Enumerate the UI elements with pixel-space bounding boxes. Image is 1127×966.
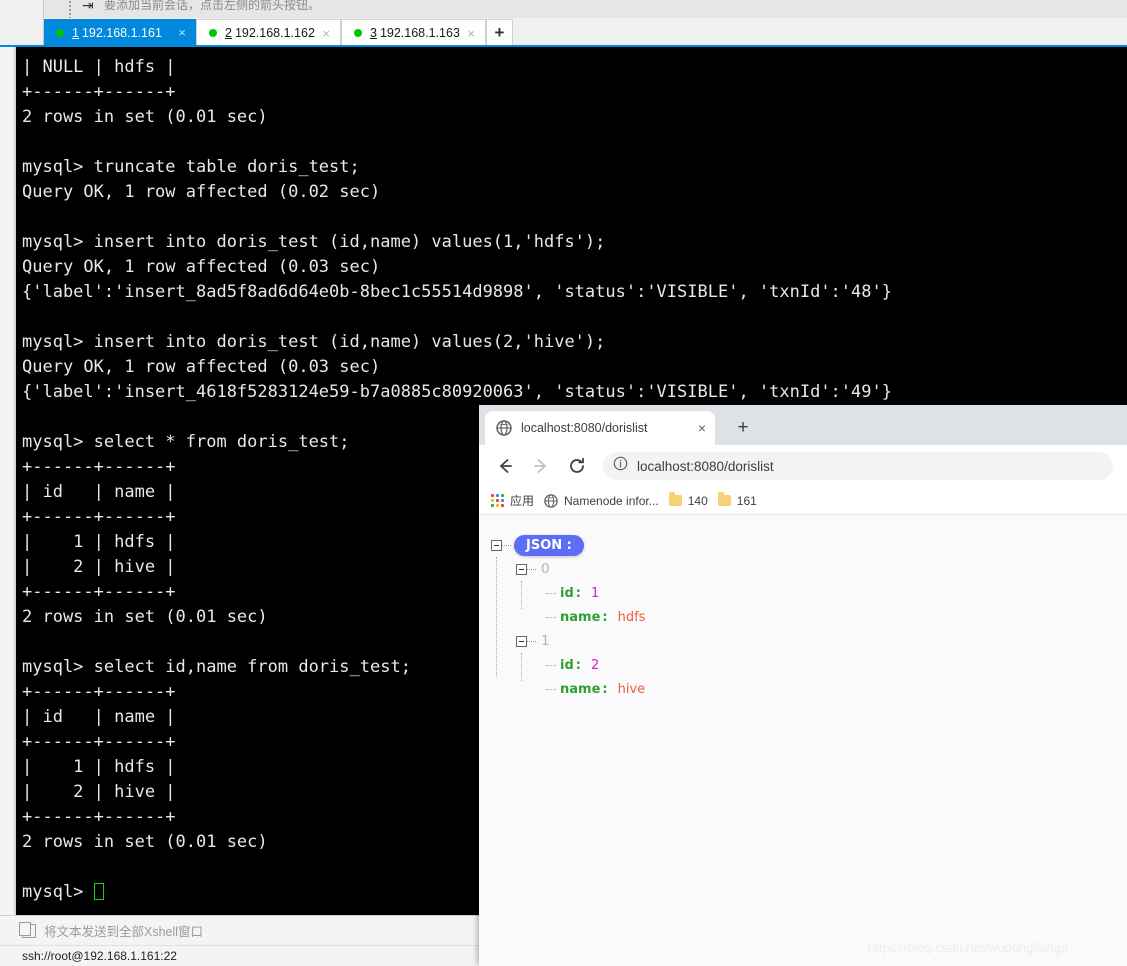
xshell-toolbar-strip: ⇥ 要添加当前会话，点击左侧的箭头按钮。 bbox=[0, 0, 1127, 18]
session-tab-3[interactable]: 3 192.168.1.163 × bbox=[341, 19, 486, 46]
terminal-cursor bbox=[94, 883, 104, 900]
json-field-0-id: id : 1 bbox=[516, 581, 645, 605]
session-tab-1[interactable]: 1 192.168.1.161 × bbox=[44, 19, 196, 46]
xshell-status-bar: ssh://root@192.168.1.161:22 bbox=[0, 945, 479, 966]
tree-connector bbox=[527, 569, 536, 570]
bookmarks-bar: 应用 Namenode infor... 140 bbox=[479, 487, 1127, 515]
browser-tab-dorislist[interactable]: localhost:8080/dorislist × bbox=[485, 411, 715, 445]
back-button[interactable] bbox=[491, 452, 519, 480]
chrome-tab-strip: localhost:8080/dorislist × + bbox=[479, 405, 1127, 445]
session-tab-2-number: 2 bbox=[225, 26, 232, 40]
new-session-tab-button[interactable]: + bbox=[486, 19, 513, 46]
globe-icon bbox=[544, 494, 558, 508]
session-tab-1-number: 1 bbox=[72, 26, 79, 40]
terminal-gutter-edge bbox=[14, 47, 16, 915]
bookmark-folder-140[interactable]: 140 bbox=[669, 494, 708, 508]
xshell-tab-bar: 1 192.168.1.161 × 2 192.168.1.162 × 3 19… bbox=[44, 18, 1127, 46]
tab-status-dot-icon bbox=[56, 29, 64, 37]
session-tab-3-label: 192.168.1.163 bbox=[380, 26, 460, 40]
bookmark-folder-161-label: 161 bbox=[737, 494, 757, 508]
json-field-colon: : bbox=[576, 658, 581, 673]
tree-connector bbox=[527, 641, 536, 642]
json-tree-viewer: JSON : 0 id : bbox=[491, 533, 645, 701]
bookmark-folder-161[interactable]: 161 bbox=[718, 494, 757, 508]
json-root-badge: JSON : bbox=[514, 535, 584, 556]
session-tab-1-label: 192.168.1.161 bbox=[82, 26, 162, 40]
tree-connector bbox=[546, 617, 556, 618]
bookmark-apps[interactable]: 应用 bbox=[491, 492, 534, 509]
folder-icon bbox=[718, 495, 731, 506]
json-field-value: hdfs bbox=[618, 610, 646, 625]
toolbar-grip-handle[interactable] bbox=[68, 0, 72, 18]
json-field-0-name: name : hdfs bbox=[516, 605, 645, 629]
json-field-key: id bbox=[560, 658, 574, 673]
send-to-all-icon bbox=[22, 924, 36, 938]
xshell-side-strip bbox=[0, 0, 44, 46]
bookmark-namenode[interactable]: Namenode infor... bbox=[544, 494, 659, 508]
json-field-key: id bbox=[560, 586, 574, 601]
bookmark-folder-140-label: 140 bbox=[688, 494, 708, 508]
json-field-colon: : bbox=[602, 610, 607, 625]
collapse-toggle-root-icon[interactable] bbox=[491, 540, 502, 551]
json-root-row: JSON : bbox=[491, 533, 645, 557]
new-tab-button[interactable]: + bbox=[731, 416, 755, 440]
apps-grid-icon bbox=[491, 494, 504, 507]
session-tab-2[interactable]: 2 192.168.1.162 × bbox=[196, 19, 341, 46]
address-bar-url: localhost:8080/dorislist bbox=[637, 459, 774, 474]
browser-tab-title: localhost:8080/dorislist bbox=[521, 421, 698, 435]
session-tab-3-close-icon[interactable]: × bbox=[467, 26, 475, 41]
folder-icon bbox=[669, 495, 682, 506]
session-tab-2-close-icon[interactable]: × bbox=[322, 26, 330, 41]
chrome-browser-window: localhost:8080/dorislist × + bbox=[479, 405, 1127, 966]
json-field-colon: : bbox=[602, 682, 607, 697]
json-field-key: name bbox=[560, 610, 600, 625]
collapse-toggle-1-icon[interactable] bbox=[516, 636, 527, 647]
json-field-colon: : bbox=[576, 586, 581, 601]
json-node-1-index: 1 bbox=[541, 633, 550, 649]
tree-connector bbox=[546, 665, 556, 666]
send-to-all-label: 将文本发送到全部Xshell窗口 bbox=[44, 921, 203, 940]
chrome-toolbar: localhost:8080/dorislist bbox=[479, 445, 1127, 487]
status-bar-connection-text: ssh://root@192.168.1.161:22 bbox=[22, 949, 177, 963]
json-field-1-id: id : 2 bbox=[516, 653, 645, 677]
json-field-value: 2 bbox=[591, 658, 599, 673]
reload-button[interactable] bbox=[563, 452, 591, 480]
json-node-0-index: 0 bbox=[541, 561, 550, 577]
json-field-1-name: name : hive bbox=[516, 677, 645, 701]
json-node-1-row: 1 bbox=[491, 629, 645, 653]
page-info-icon[interactable] bbox=[613, 456, 628, 476]
browser-tab-close-icon[interactable]: × bbox=[698, 420, 706, 436]
send-to-all-bar[interactable]: 将文本发送到全部Xshell窗口 bbox=[0, 915, 479, 945]
session-tab-1-close-icon[interactable]: × bbox=[178, 25, 186, 40]
terminal-left-gutter bbox=[0, 47, 16, 915]
screenshot-root: ⇥ 要添加当前会话，点击左侧的箭头按钮。 1 192.168.1.161 × 2… bbox=[0, 0, 1127, 966]
json-field-key: name bbox=[560, 682, 600, 697]
add-session-arrow-icon[interactable]: ⇥ bbox=[82, 0, 94, 14]
address-bar[interactable]: localhost:8080/dorislist bbox=[603, 452, 1113, 480]
tab-status-dot-icon bbox=[209, 29, 217, 37]
tree-connector bbox=[546, 689, 556, 690]
forward-button bbox=[527, 452, 555, 480]
json-field-value: 1 bbox=[591, 586, 599, 601]
page-content-area: JSON : 0 id : bbox=[479, 515, 1127, 966]
bookmark-apps-label: 应用 bbox=[510, 492, 534, 509]
toolbar-hint-text: 要添加当前会话，点击左侧的箭头按钮。 bbox=[104, 0, 320, 13]
bookmark-namenode-label: Namenode infor... bbox=[564, 494, 659, 508]
globe-icon bbox=[496, 420, 512, 436]
watermark-text: https://blog.csdn.net/wudonglianga bbox=[868, 940, 1068, 955]
tree-connector bbox=[502, 545, 511, 546]
json-field-value: hive bbox=[618, 682, 646, 697]
json-node-0-row: 0 bbox=[491, 557, 645, 581]
session-tab-2-label: 192.168.1.162 bbox=[235, 26, 315, 40]
session-tab-3-number: 3 bbox=[370, 26, 377, 40]
collapse-toggle-0-icon[interactable] bbox=[516, 564, 527, 575]
tab-status-dot-icon bbox=[354, 29, 362, 37]
tree-connector bbox=[546, 593, 556, 594]
